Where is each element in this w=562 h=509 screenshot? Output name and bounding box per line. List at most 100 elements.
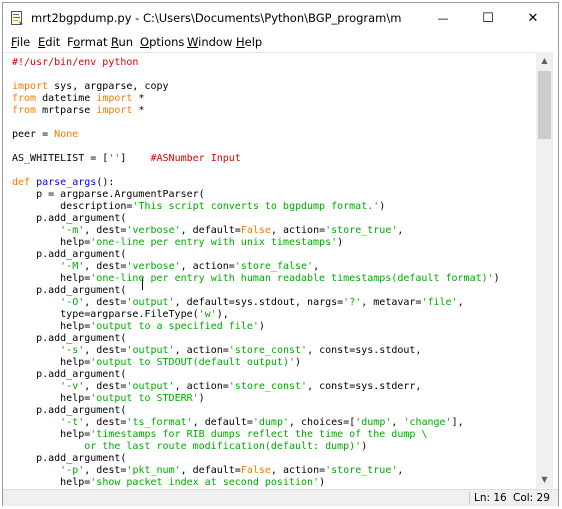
code-token: ] [120, 153, 151, 164]
code-token: 'w' [198, 309, 217, 320]
menu-format[interactable]: Format [67, 35, 108, 49]
scroll-up-button[interactable]: ▲ [536, 52, 553, 69]
code-token: , dest= [84, 381, 127, 392]
status-bar: Ln: 16 Col: 29 [3, 489, 558, 506]
code-token: help= [12, 273, 91, 284]
code-line: #!/usr/bin/env python [12, 57, 138, 69]
code-token: help= [12, 237, 91, 248]
title-bar[interactable]: mrt2bgpdump.py - C:\Users\Documents\Pyth… [3, 3, 558, 33]
minimize-button[interactable]: — [421, 5, 465, 31]
code-line: p.add_argument( [12, 333, 126, 345]
code-token: 'output to STDERR' [90, 393, 199, 404]
status-separator [469, 492, 470, 504]
menu-edit[interactable]: Edit [38, 35, 60, 49]
code-line: help='timestamps for RIB dumps reflect t… [12, 429, 427, 441]
code-token: p.add_argument( [12, 285, 127, 296]
code-token: , action= [174, 381, 229, 392]
code-token: 'change' [403, 417, 452, 428]
maximize-button[interactable]: ☐ [466, 5, 510, 31]
code-line: description='This script converts to bgp… [12, 201, 385, 213]
code-token: type=argparse.FileType( [12, 309, 199, 320]
code-token: help= [12, 477, 91, 488]
code-token: def [12, 177, 31, 188]
code-line: help='one-line per entry with human read… [12, 273, 500, 285]
code-token: #!/usr/bin/env python [12, 57, 139, 68]
idle-editor-window: mrt2bgpdump.py - C:\Users\Documents\Pyth… [2, 2, 559, 506]
code-editor[interactable]: #!/usr/bin/env python import sys, argpars… [4, 52, 535, 489]
code-line: import sys, argparse, copy [12, 81, 169, 93]
code-token: 'timestamps for RIB dumps reflect the ti… [90, 429, 428, 440]
code-token: ) [319, 477, 326, 488]
menu-file[interactable]: File [11, 35, 30, 49]
code-token: import [96, 93, 133, 104]
code-token: (): [96, 177, 115, 188]
code-token: , [397, 465, 404, 476]
close-button[interactable]: ✕ [511, 5, 555, 31]
code-token: , [391, 417, 404, 428]
code-token: , choices=[ [289, 417, 356, 428]
menu-help[interactable]: Help [236, 35, 262, 49]
code-token: , dest= [84, 465, 127, 476]
vertical-scrollbar[interactable]: ▲ ▼ [536, 52, 553, 488]
code-token: , action= [174, 345, 229, 356]
code-token: 'This script converts to bgpdump format.… [132, 201, 380, 212]
code-token: , action= [180, 261, 235, 272]
code-line: def parse_args(): [12, 177, 114, 189]
code-line: '-v', dest='output', action='store_const… [12, 381, 421, 393]
menu-options[interactable]: Options [140, 35, 184, 49]
code-token: '-s' [60, 345, 85, 356]
code-token: #ASNumber Input [150, 153, 241, 164]
code-token: '-p' [60, 465, 85, 476]
code-token: p.add_argument( [12, 369, 127, 380]
minimize-icon: — [437, 11, 449, 25]
code-token: help= [12, 393, 91, 404]
code-token: , [457, 297, 464, 308]
code-token: p.add_argument( [12, 249, 127, 260]
code-token: 'one-line per entry with human readable … [90, 273, 494, 284]
scroll-thumb[interactable] [538, 71, 551, 139]
code-token: 'store_const' [228, 381, 308, 392]
code-token: datetime [36, 93, 97, 104]
code-token: , const=sys.stdout, [307, 345, 422, 356]
code-token: , [313, 261, 320, 272]
code-line: '-m', dest='verbose', default=False, act… [12, 225, 403, 237]
code-line: '-O', dest='output', default=sys.stdout,… [12, 297, 464, 309]
code-token: p.add_argument( [12, 213, 127, 224]
scroll-down-button[interactable]: ▼ [536, 471, 553, 488]
code-token: sys, argparse, copy [48, 81, 169, 92]
code-token: ), [216, 309, 229, 320]
code-token: 'verbose' [126, 225, 181, 236]
code-token: ) [379, 201, 386, 212]
code-token: help= [12, 321, 91, 332]
code-line: peer = None [12, 129, 78, 141]
code-token: '-m' [60, 225, 85, 236]
code-token: from [12, 93, 37, 104]
code-line: p.add_argument( [12, 453, 126, 465]
code-token: , dest= [84, 345, 127, 356]
python-file-icon [11, 11, 23, 25]
code-token: * [132, 93, 145, 104]
code-token: import [96, 105, 133, 116]
code-token: from [12, 105, 37, 116]
code-token: , const=sys.stderr, [307, 381, 422, 392]
maximize-icon: ☐ [482, 10, 494, 26]
code-token: False [240, 225, 271, 236]
code-token: 'output to STDOUT(default output)' [90, 357, 295, 368]
code-token: AS_WHITELIST = [ [12, 153, 109, 164]
menu-window[interactable]: Window [187, 35, 232, 49]
code-line: or the last route modification(default: … [12, 441, 367, 453]
code-line: p.add_argument( [12, 369, 126, 381]
code-line: type=argparse.FileType('w'), [12, 309, 229, 321]
code-line: p.add_argument( [12, 405, 126, 417]
menu-run[interactable]: Run [111, 35, 133, 49]
code-line: help='show packet index at second positi… [12, 477, 325, 489]
code-line: '-M', dest='verbose', action='store_fals… [12, 261, 319, 273]
code-token: , metavar= [361, 297, 422, 308]
code-token: ) [198, 393, 205, 404]
code-token: 'store_true' [325, 465, 398, 476]
code-token: 'output' [126, 345, 175, 356]
code-line: AS_WHITELIST = [''] #ASNumber Input [12, 153, 241, 165]
